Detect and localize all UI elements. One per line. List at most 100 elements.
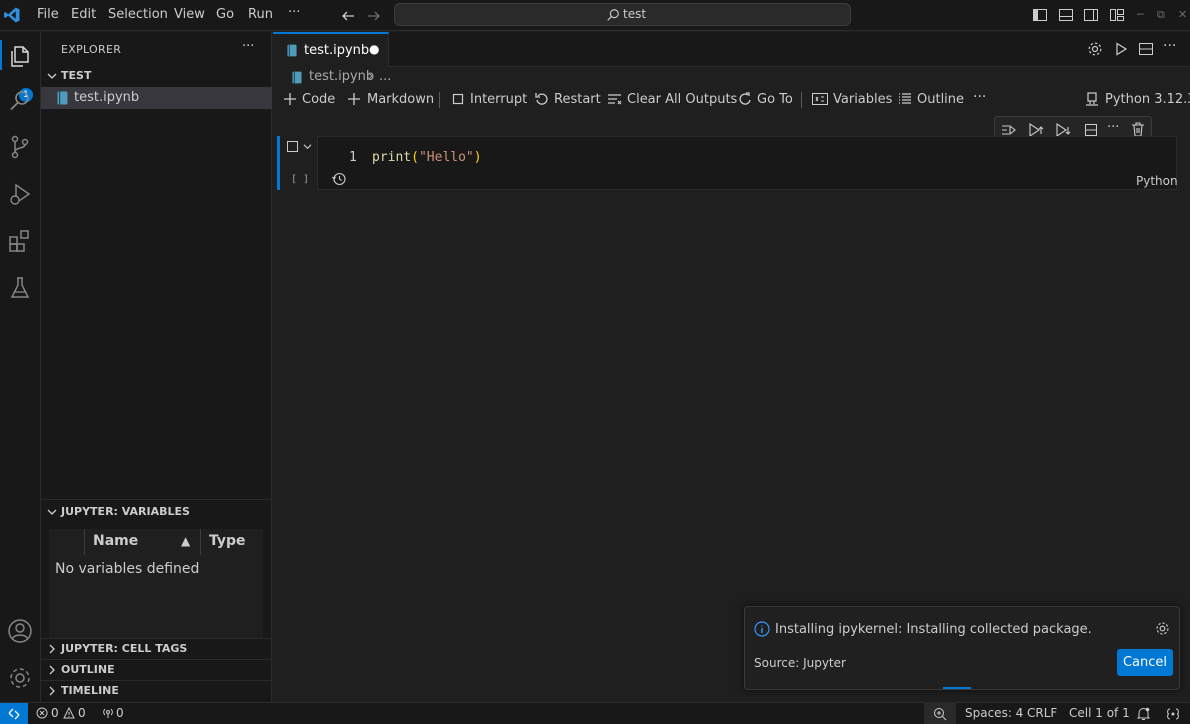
variables-label: Variables <box>833 92 893 107</box>
testing-icon[interactable] <box>6 274 34 302</box>
kernel-picker-button[interactable]: Python 3.12.3 <box>1085 91 1190 107</box>
section-jupyter-cell-tags[interactable]: JUPYTER: CELL TAGS <box>41 639 272 659</box>
column-blank <box>49 529 85 555</box>
broadcast-icon <box>102 707 114 719</box>
eol-status[interactable]: CRLF <box>1027 706 1057 720</box>
menu-edit[interactable]: Edit <box>71 7 96 22</box>
toggle-panel-icon[interactable] <box>1058 7 1074 23</box>
sidebar-more-button[interactable]: ··· <box>242 39 254 54</box>
kernel-icon <box>1085 92 1099 106</box>
forward-arrow-icon[interactable] <box>366 8 382 24</box>
remote-indicator-button[interactable] <box>0 703 28 724</box>
add-code-cell-button[interactable]: Code <box>283 91 335 107</box>
menu-go[interactable]: Go <box>216 7 234 22</box>
history-icon[interactable] <box>332 172 346 186</box>
back-arrow-icon[interactable] <box>340 8 356 24</box>
menu-selection[interactable]: Selection <box>108 7 168 22</box>
menu-file[interactable]: File <box>37 7 59 22</box>
remote-icon <box>7 707 21 721</box>
extensions-icon[interactable] <box>6 227 34 255</box>
gear-icon[interactable] <box>1087 41 1103 57</box>
section-title: JUPYTER: VARIABLES <box>61 505 190 518</box>
notebook-toolbar: Code Markdown Interrupt Restart Clear Al… <box>273 88 1190 112</box>
zoom-button[interactable] <box>924 703 956 724</box>
run-cell-checkbox-icon[interactable] <box>287 141 298 152</box>
cell-position-status[interactable]: Cell 1 of 1 <box>1069 706 1130 720</box>
code-string: "Hello" <box>418 150 474 165</box>
interrupt-button[interactable]: Interrupt <box>452 91 527 107</box>
restart-icon <box>535 92 549 106</box>
chevron-right-icon <box>46 664 58 676</box>
column-type-label: Type <box>209 533 246 549</box>
unsaved-dot-icon[interactable]: ● <box>369 42 379 56</box>
stop-square-icon <box>452 93 464 105</box>
indentation-status[interactable]: Spaces: 4 <box>965 706 1023 720</box>
cell-language-label[interactable]: Python <box>1136 174 1178 188</box>
status-bar: 0 0 0 Spaces: 4 CRLF Cell 1 of 1 <box>0 702 1190 724</box>
section-title: JUPYTER: CELL TAGS <box>61 642 188 655</box>
error-count: 0 <box>51 706 59 720</box>
settings-gear-icon[interactable] <box>6 664 34 692</box>
notifications-bell-icon[interactable] <box>1137 707 1150 721</box>
chevron-right-icon <box>46 643 58 655</box>
cell-more-button[interactable]: ··· <box>1107 120 1119 135</box>
minimize-button[interactable]: ─ <box>1137 8 1144 21</box>
cell-editor[interactable]: 1 print("Hello") Python <box>317 136 1178 190</box>
copilot-status-icon[interactable] <box>1166 707 1180 721</box>
column-header-name[interactable]: Name ▲ <box>85 529 201 555</box>
add-markdown-cell-button[interactable]: Markdown <box>347 91 434 107</box>
breadcrumb-file[interactable]: test.ipynb <box>309 69 374 84</box>
cancel-button[interactable]: Cancel <box>1117 649 1173 676</box>
column-name-label: Name <box>93 533 139 549</box>
menu-more-button[interactable]: ··· <box>288 5 300 20</box>
section-outline[interactable]: OUTLINE <box>41 660 272 680</box>
editor-tab-bar: test.ipynb ● ··· <box>273 32 1190 67</box>
source-control-icon[interactable] <box>6 133 34 161</box>
restore-button[interactable]: ⧉ <box>1157 8 1165 22</box>
menu-view[interactable]: View <box>174 7 205 22</box>
line-number: 1 <box>349 150 357 165</box>
section-title: OUTLINE <box>61 663 115 676</box>
tab-test-ipynb[interactable]: test.ipynb ● <box>273 32 389 67</box>
zoom-in-icon <box>933 707 947 721</box>
sort-ascending-icon: ▲ <box>181 534 191 548</box>
section-jupyter-variables[interactable]: JUPYTER: VARIABLES <box>41 502 272 522</box>
command-center-search[interactable]: test <box>394 3 851 26</box>
plus-icon <box>283 92 297 106</box>
folder-header-test[interactable]: TEST <box>41 66 272 86</box>
notebook-file-icon <box>287 44 297 57</box>
editor-more-button[interactable]: ··· <box>1163 38 1176 54</box>
code-cell[interactable]: [ ] 1 print("Hello") Python <box>277 136 1178 190</box>
variables-button[interactable]: Variables <box>812 91 892 107</box>
variables-icon <box>812 92 828 106</box>
column-header-type[interactable]: Type <box>201 529 255 555</box>
section-divider <box>41 499 272 500</box>
ports-count: 0 <box>116 706 124 720</box>
run-all-icon[interactable] <box>1113 41 1129 57</box>
split-editor-icon[interactable] <box>1138 41 1154 57</box>
notification-gear-icon[interactable] <box>1155 621 1170 636</box>
file-item-test-ipynb[interactable]: test.ipynb <box>41 87 272 109</box>
toggle-secondary-sidebar-icon[interactable] <box>1083 7 1099 23</box>
section-title: TIMELINE <box>61 684 119 697</box>
toolbar-more-button[interactable]: ··· <box>973 89 986 105</box>
close-window-button[interactable]: ✕ <box>1178 8 1187 21</box>
kernel-label: Python 3.12.3 <box>1105 92 1190 107</box>
add-code-label: Code <box>302 92 336 107</box>
breadcrumb-more[interactable]: ... <box>379 69 391 84</box>
toggle-primary-sidebar-icon[interactable] <box>1032 7 1048 23</box>
trash-icon[interactable] <box>1131 122 1145 137</box>
files-icon[interactable] <box>6 42 34 70</box>
clear-all-outputs-button[interactable]: Clear All Outputs <box>607 91 737 107</box>
code-line[interactable]: print("Hello") <box>372 150 482 165</box>
account-icon[interactable] <box>6 617 34 645</box>
menu-run[interactable]: Run <box>248 7 273 22</box>
go-to-button[interactable]: Go To <box>738 91 793 107</box>
restart-button[interactable]: Restart <box>535 91 601 107</box>
chevron-down-icon[interactable] <box>303 142 312 151</box>
outline-button[interactable]: Outline <box>898 91 964 107</box>
customize-layout-icon[interactable] <box>1109 7 1125 23</box>
section-timeline[interactable]: TIMELINE <box>41 681 272 701</box>
run-debug-icon[interactable] <box>6 180 34 208</box>
search-icon[interactable] <box>6 87 34 115</box>
